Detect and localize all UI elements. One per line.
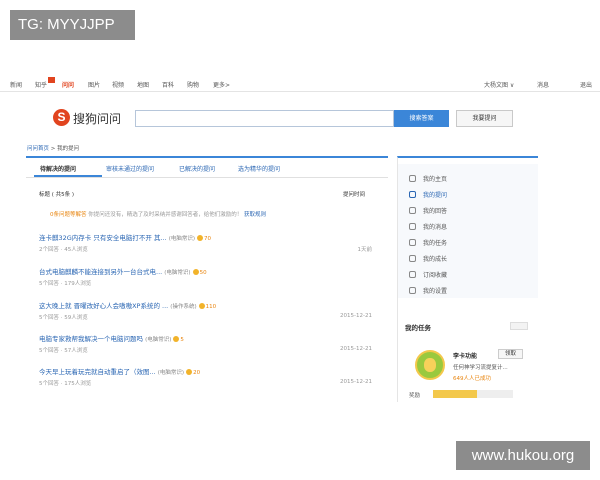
task-progress-fill: [433, 390, 477, 398]
column-time: 提问时间: [343, 192, 366, 198]
task-pager-control[interactable]: [510, 322, 528, 330]
notice-text: 你提问还没有，精选了及时采纳并感谢回答者，给他们激励的！: [88, 212, 243, 218]
question-tabs: 待解决的提问 审核未通过的提问 已解决的提问 选为精华的提问: [26, 158, 388, 178]
user-menu[interactable]: 大杨文图 ∨: [484, 80, 514, 89]
question-title[interactable]: 今天早上玩着玩完就自动重启了（效图... (电脑常识) 20: [39, 366, 200, 376]
nav-more[interactable]: 更多>: [213, 80, 230, 89]
sidebar-item-my-answers[interactable]: 我的回答: [409, 206, 447, 215]
gear-icon: [409, 287, 416, 294]
question-time: 2015-12-21: [340, 313, 372, 319]
notice-rules-link[interactable]: 获取规则: [244, 212, 266, 218]
question-title[interactable]: 连卡麒32G内存卡 只有安全电脑打不开 其... (电脑常识) 70: [39, 232, 211, 242]
search-input[interactable]: [135, 110, 394, 127]
nav-video[interactable]: 视频: [112, 80, 124, 89]
question-time: 1天前: [357, 247, 373, 253]
answer-icon: [409, 207, 416, 214]
question-meta: 5个回答 · 59人浏览: [39, 315, 88, 321]
sidebar-item-growth[interactable]: 我的成长: [409, 254, 447, 263]
sogou-wenwen-logo[interactable]: S 搜狗问问: [53, 109, 123, 127]
character-icon: [424, 358, 436, 372]
question-row[interactable]: 今天早上玩着玩完就自动重启了（效图... (电脑常识) 20 5个回答 · 175…: [39, 366, 384, 394]
subscribe-icon: [409, 271, 416, 278]
question-title[interactable]: 电脑专家救帮我解决一个电脑问题吗 (电脑常识) 5: [39, 333, 184, 343]
tab-solved[interactable]: 已解决的提问: [179, 164, 215, 173]
my-questions-panel: 待解决的提问 审核未通过的提问 已解决的提问 选为精华的提问 标题 ( 共5条 …: [26, 156, 388, 402]
sidebar-item-subscriptions[interactable]: 订阅收藏: [409, 270, 447, 279]
question-title[interactable]: 台式电脑麒麟不能连接到另外一台台式电... (电脑常识) 50: [39, 266, 207, 276]
reward-coin-icon: [198, 303, 205, 309]
task-stat: 649人人已成功: [453, 376, 491, 382]
sidebar-item-home[interactable]: 我的主页: [409, 174, 447, 183]
search-answer-button[interactable]: 搜索答案: [394, 110, 449, 127]
reward-coin-icon: [192, 269, 199, 275]
nav-news[interactable]: 新闻: [10, 80, 22, 89]
active-tab-indicator: [34, 175, 102, 177]
breadcrumb-separator: >: [50, 146, 56, 152]
watermark-top-left: TG: MYYJJPP: [10, 10, 135, 40]
question-meta: 2个回答 · 45人浏览: [39, 247, 88, 253]
question-icon: [409, 191, 416, 198]
breadcrumb: 问问首页 > 我的提问: [27, 144, 79, 152]
question-time: 2015-12-21: [340, 379, 372, 385]
question-meta: 5个回答 · 57人浏览: [39, 348, 88, 354]
column-title: 标题 ( 共5条 ): [39, 192, 75, 198]
task-icon: [409, 239, 416, 246]
question-meta: 5个回答 · 175人浏览: [39, 381, 92, 387]
messages-link[interactable]: 消息: [537, 80, 549, 89]
reward-coin-icon: [186, 369, 193, 375]
question-row[interactable]: 连卡麒32G内存卡 只有安全电脑打不开 其... (电脑常识) 70 2个回答 ·…: [39, 232, 384, 260]
growth-icon: [409, 255, 416, 262]
claim-task-button[interactable]: 领取: [498, 349, 523, 359]
question-row[interactable]: 电脑专家救帮我解决一个电脑问题吗 (电脑常识) 5 5个回答 · 57人浏览 20…: [39, 333, 384, 361]
question-row[interactable]: 台式电脑麒麟不能连接到另外一台台式电... (电脑常识) 50 5个回答 · 17…: [39, 266, 384, 294]
sidebar-menu: 我的主页 我的提问 我的回答 我的消息 我的任务 我的成长 订阅收藏 我的设置: [398, 164, 538, 298]
new-badge-icon: [48, 77, 55, 83]
question-meta: 5个回答 · 179人浏览: [39, 281, 92, 287]
task-name: 李卡功能: [453, 353, 478, 360]
nav-shopping[interactable]: 购物: [187, 80, 199, 89]
sidebar-item-my-questions[interactable]: 我的提问: [409, 190, 447, 199]
my-tasks-title: 我的任务: [405, 324, 431, 332]
question-row[interactable]: 这大晚上就 晋曜改好心人会嗷嗷XP系统的 ... (操作系统) 110 5个回答 …: [39, 300, 384, 328]
reward-coin-icon: [173, 336, 180, 342]
logo-text: 搜狗问问: [73, 112, 122, 126]
task-progress-bar: [433, 390, 513, 398]
tab-unsolved[interactable]: 待解决的提问: [40, 164, 76, 173]
ask-question-button[interactable]: 我要提问: [456, 110, 513, 127]
sidebar-item-tasks[interactable]: 我的任务: [409, 238, 447, 247]
notice-highlight: 0条问题等解答: [50, 212, 87, 218]
nav-zhihu[interactable]: 知乎: [35, 80, 47, 89]
reward-coin-icon: [197, 235, 204, 241]
breadcrumb-home[interactable]: 问问首页: [27, 146, 49, 152]
breadcrumb-current: 我的提问: [57, 146, 80, 152]
nav-images[interactable]: 图片: [88, 80, 100, 89]
task-description: 任何神学习流提复计...: [453, 365, 508, 371]
question-title[interactable]: 这大晚上就 晋曜改好心人会嗷嗷XP系统的 ... (操作系统) 110: [39, 300, 216, 310]
sidebar: 我的主页 我的提问 我的回答 我的消息 我的任务 我的成长 订阅收藏 我的设置 …: [397, 156, 538, 402]
sidebar-item-settings[interactable]: 我的设置: [409, 286, 447, 295]
message-icon: [409, 223, 416, 230]
top-navigation: 新闻 知乎 问问 图片 视频 地图 百科 购物 更多> 大杨文图 ∨ 消息 退出: [0, 76, 600, 92]
logo-icon: S: [53, 109, 70, 126]
tab-featured[interactable]: 选为精华的提问: [238, 164, 280, 173]
notice-bar: 0条问题等解答 你提问还没有，精选了及时采纳并感谢回答者，给他们激励的！ 获取规…: [50, 210, 266, 218]
task-avatar: [415, 350, 445, 380]
nav-baike[interactable]: 百科: [162, 80, 174, 89]
nav-maps[interactable]: 地图: [137, 80, 149, 89]
watermark-bottom-right: www.hukou.org: [456, 441, 590, 470]
home-icon: [409, 175, 416, 182]
logout-link[interactable]: 退出: [580, 80, 592, 89]
task-reward-label: 奖励: [409, 393, 421, 399]
sidebar-item-messages[interactable]: 我的消息: [409, 222, 447, 231]
nav-wenwen[interactable]: 问问: [62, 80, 74, 89]
question-time: 2015-12-21: [340, 346, 372, 352]
tab-rejected[interactable]: 审核未通过的提问: [106, 164, 154, 173]
